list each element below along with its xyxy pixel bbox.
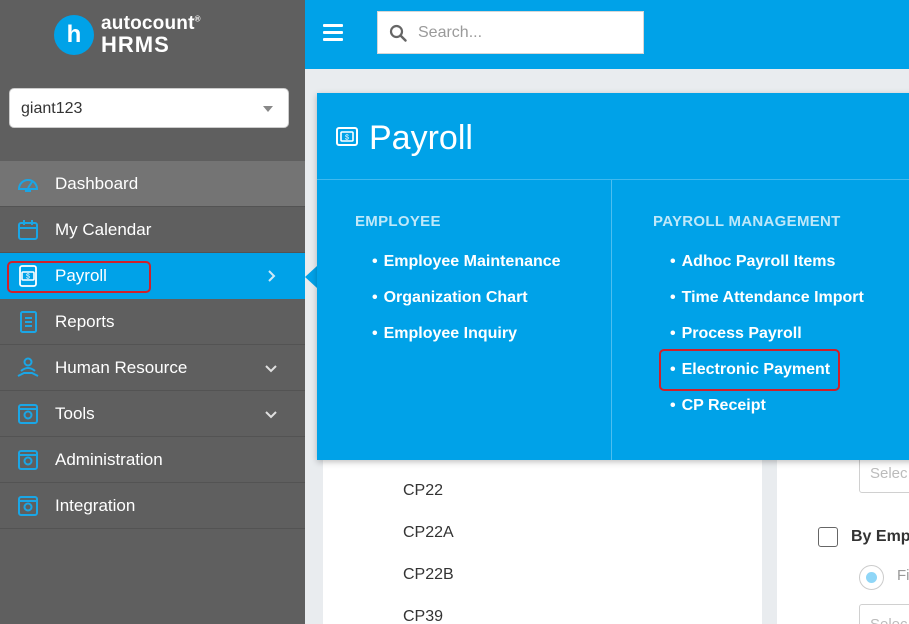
payroll-mega-menu: $ Payroll EMPLOYEE Employee Maintenance …	[317, 93, 909, 460]
by-employee-checkbox[interactable]	[818, 527, 838, 547]
chevron-right-icon	[268, 270, 276, 282]
sidebar-item-integration[interactable]: Integration	[0, 483, 305, 529]
chevron-down-icon	[265, 365, 277, 373]
by-employee-label: By Empl	[851, 528, 909, 545]
tools-icon	[18, 404, 38, 424]
logo-brand-bottom: HRMS	[101, 32, 170, 57]
top-bar	[305, 0, 909, 69]
hamburger-menu-icon[interactable]	[323, 24, 343, 42]
sidebar-nav: Dashboard My Calendar $ Payroll Reports …	[0, 161, 305, 529]
sidebar-item-label: Tools	[55, 403, 95, 423]
search-icon	[389, 24, 407, 42]
human-resource-icon	[17, 357, 39, 377]
sidebar-item-label: Dashboard	[55, 173, 139, 193]
search-input[interactable]	[418, 22, 628, 44]
cp22-link[interactable]: CP22	[403, 482, 443, 500]
logo-badge: h	[54, 15, 94, 55]
employee-maintenance-link[interactable]: Employee Maintenance	[372, 253, 561, 271]
calendar-icon	[18, 220, 38, 240]
integration-icon	[18, 496, 38, 516]
sidebar-item-label: My Calendar	[55, 219, 152, 239]
sidebar-item-tools[interactable]: Tools	[0, 391, 305, 437]
filter-select-placeholder: Selec	[870, 465, 908, 482]
sidebar-item-label: Integration	[55, 495, 136, 515]
employee-section-heading: EMPLOYEE	[355, 213, 441, 230]
report-list-panel	[323, 440, 762, 624]
adhoc-payroll-items-link[interactable]: Adhoc Payroll Items	[670, 253, 836, 271]
sidebar: h autocount® HRMS giant123 Dashboard My …	[0, 0, 305, 624]
caret-down-icon	[263, 106, 273, 112]
company-select[interactable]: giant123	[9, 88, 289, 128]
search-box[interactable]	[377, 11, 644, 54]
payroll-icon: $	[19, 265, 37, 287]
autocount-hrms-logo: h autocount® HRMS	[54, 14, 201, 56]
company-select-value: giant123	[21, 100, 83, 117]
sidebar-item-payroll[interactable]: $ Payroll	[0, 253, 305, 299]
sidebar-item-dashboard[interactable]: Dashboard	[0, 161, 305, 207]
employee-select-placeholder: Selec	[870, 616, 908, 624]
employee-select[interactable]: Selec	[859, 604, 909, 624]
filter-radio-label: Fi	[897, 567, 909, 584]
sidebar-item-my-calendar[interactable]: My Calendar	[0, 207, 305, 253]
electronic-payment-link[interactable]: Electronic Payment	[670, 361, 831, 379]
menu-pointer-arrow	[305, 266, 317, 288]
logo-trademark: ®	[194, 14, 201, 24]
cp22a-link[interactable]: CP22A	[403, 524, 454, 542]
sidebar-item-label: Payroll	[55, 265, 107, 285]
employee-inquiry-link[interactable]: Employee Inquiry	[372, 325, 517, 343]
sidebar-item-label: Reports	[55, 311, 115, 331]
sidebar-item-label: Human Resource	[55, 357, 188, 377]
time-attendance-import-link[interactable]: Time Attendance Import	[670, 289, 864, 307]
sidebar-item-reports[interactable]: Reports	[0, 299, 305, 345]
payroll-menu-title: Payroll	[369, 119, 473, 157]
chevron-down-icon	[265, 411, 277, 419]
cp-receipt-link[interactable]: CP Receipt	[670, 397, 766, 415]
logo-brand-top: autocount	[101, 13, 195, 34]
process-payroll-link[interactable]: Process Payroll	[670, 325, 802, 343]
sidebar-item-administration[interactable]: Administration	[0, 437, 305, 483]
organization-chart-link[interactable]: Organization Chart	[372, 289, 528, 307]
sidebar-item-human-resource[interactable]: Human Resource	[0, 345, 305, 391]
cp22b-link[interactable]: CP22B	[403, 566, 454, 584]
filter-radio[interactable]	[859, 565, 884, 590]
administration-icon	[18, 450, 38, 470]
cp39-link[interactable]: CP39	[403, 608, 443, 624]
payroll-icon: $	[336, 127, 358, 146]
gauge-icon	[17, 179, 39, 192]
svg-text:$: $	[345, 135, 349, 142]
payroll-menu-header: $ Payroll	[317, 93, 909, 180]
menu-column-divider	[611, 180, 612, 460]
payroll-management-section-heading: PAYROLL MANAGEMENT	[653, 213, 841, 230]
sidebar-item-label: Administration	[55, 449, 163, 469]
svg-text:$: $	[26, 274, 30, 281]
reports-icon	[20, 311, 37, 333]
